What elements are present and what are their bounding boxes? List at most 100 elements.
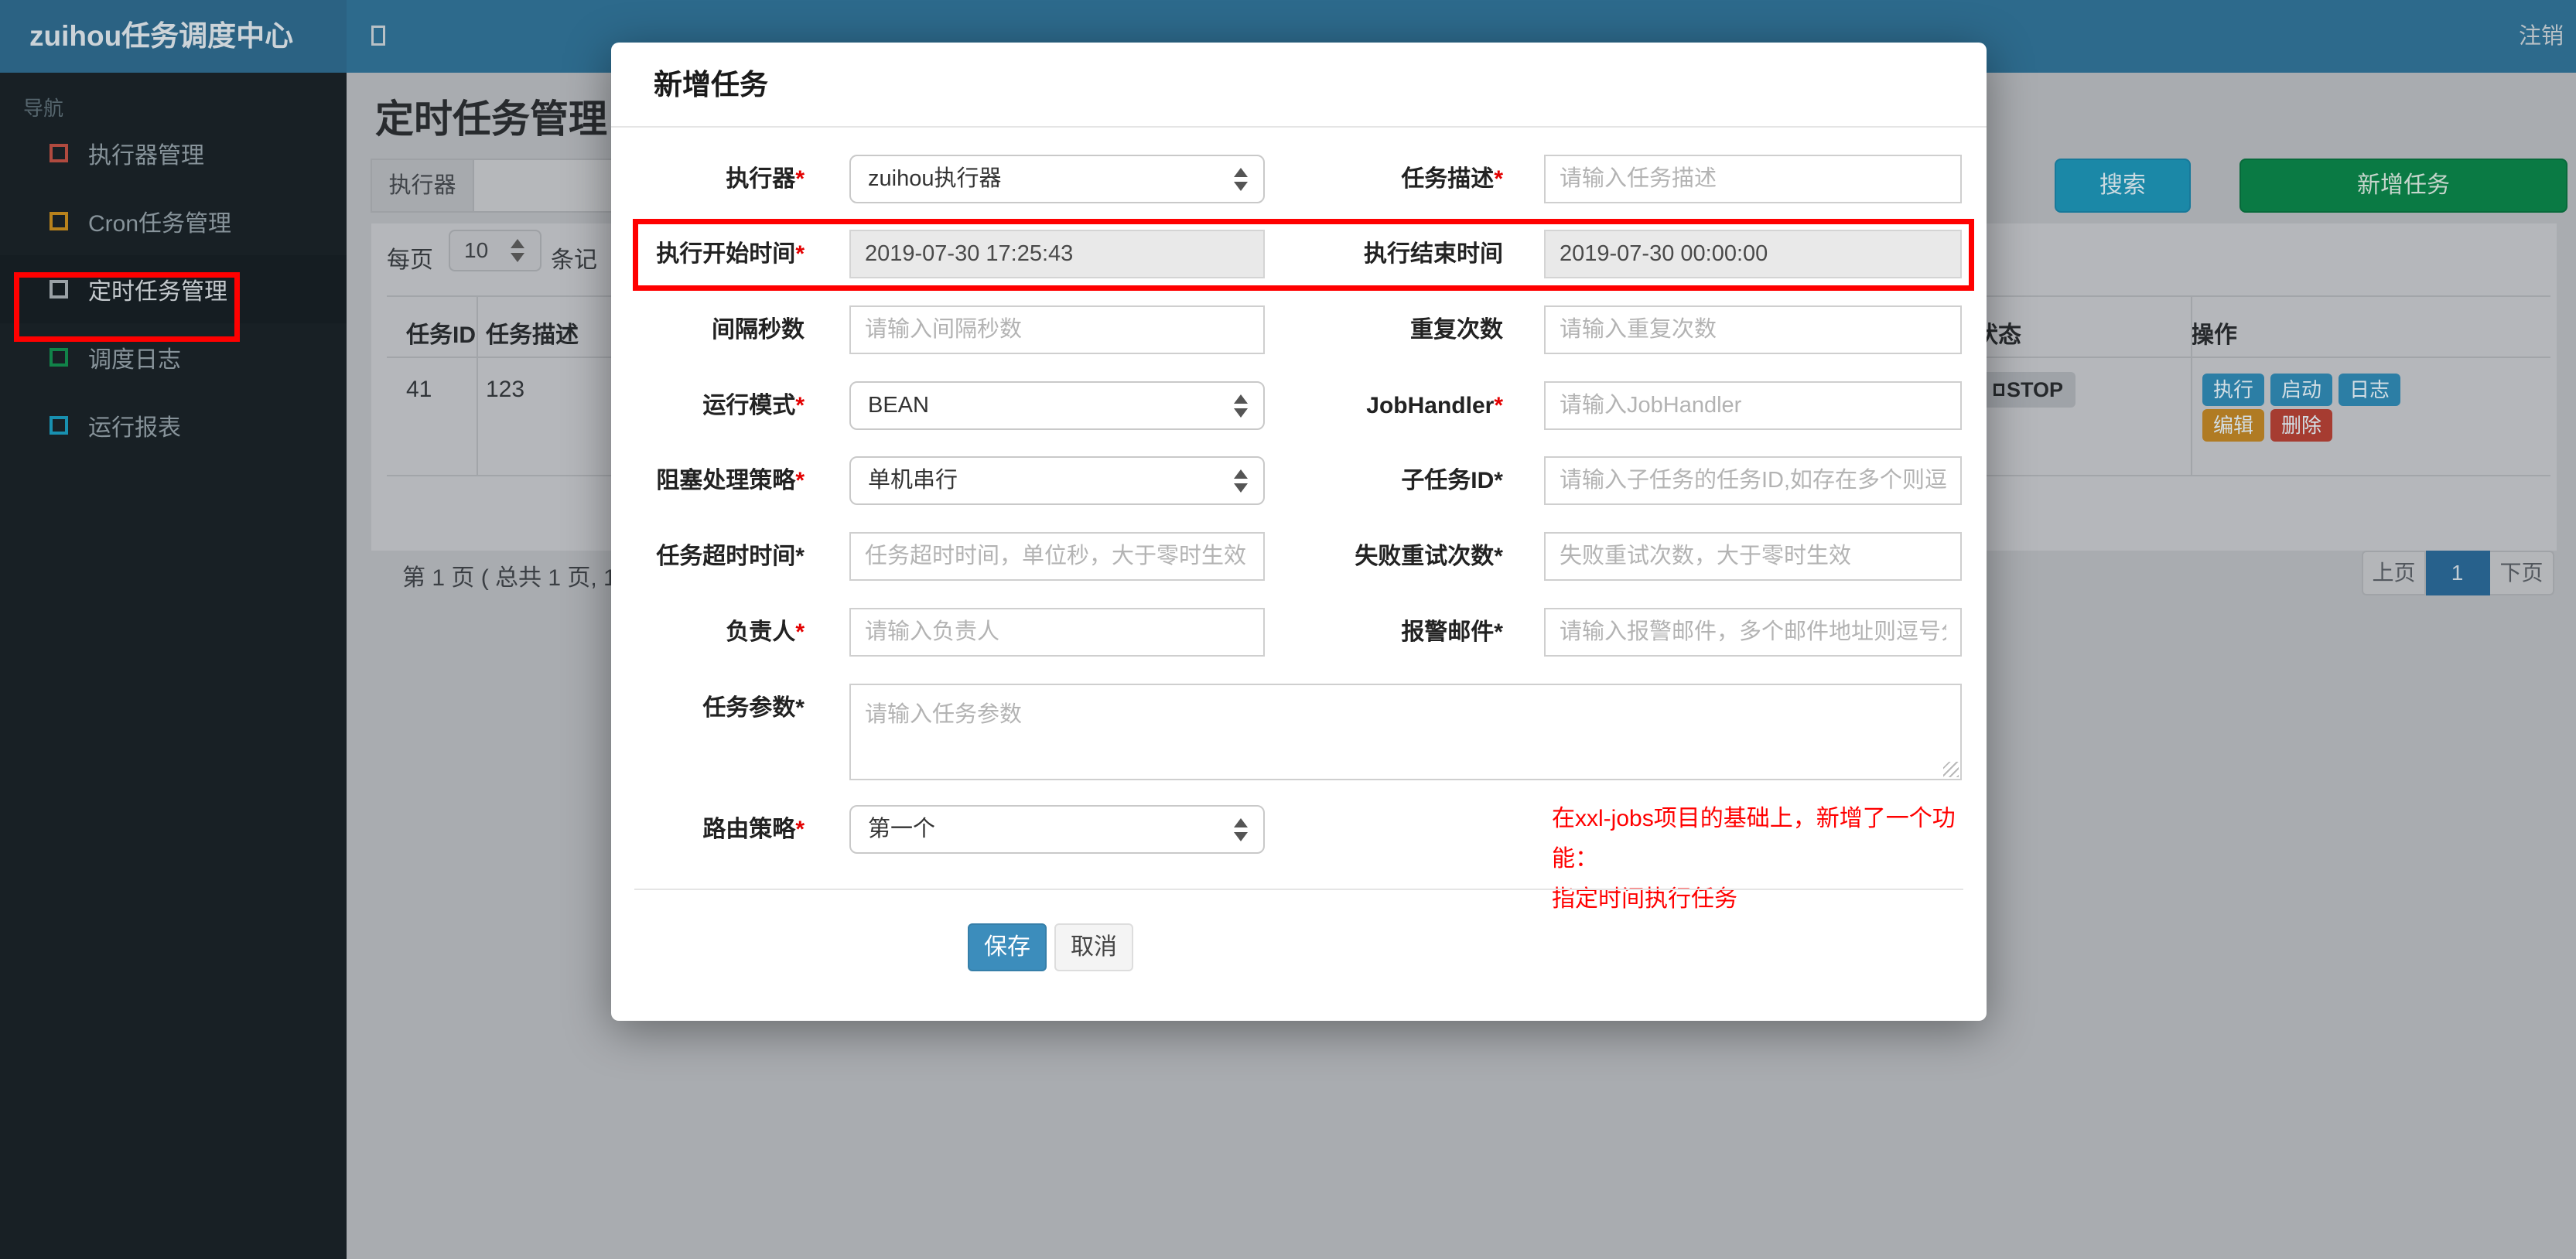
column-divider — [477, 297, 478, 357]
sidebar-item-cron-task-management[interactable]: Cron任务管理 — [0, 187, 347, 255]
retry-input[interactable] — [1544, 532, 1962, 581]
alarm-email-label: 报警邮件* — [1401, 619, 1503, 645]
row-action-edit[interactable]: 编辑 — [2202, 409, 2264, 442]
pagination-prev[interactable]: 上页 — [2362, 551, 2426, 595]
column-divider — [2191, 297, 2192, 357]
cell-task-desc: 123 — [486, 377, 525, 402]
jobhandler-input[interactable] — [1544, 381, 1962, 430]
repeat-label: 重复次数 — [1410, 317, 1503, 343]
form-row-4: 运行模式* BEAN JobHandler* — [611, 381, 1987, 430]
sidebar-toggle-icon[interactable] — [371, 26, 385, 46]
sidebar-item-label: 执行器管理 — [88, 143, 204, 169]
app-root: zuihou任务调度中心 注销 导航 执行器管理 Cron任务管理 定时任务管理… — [0, 0, 2576, 1259]
required-asterisk: * — [795, 468, 805, 493]
pagination-info: 第 1 页 ( 总共 1 页, 1 — [402, 565, 617, 591]
status-badge: STOP — [1981, 372, 2075, 408]
form-row-5: 阻塞处理策略* 单机串行 子任务ID* — [611, 456, 1987, 505]
task-params-textarea[interactable] — [849, 684, 1962, 780]
executor-label: 执行器* — [726, 166, 805, 192]
square-icon — [50, 280, 68, 299]
feature-note: 在xxl-jobs项目的基础上，新增了一个功能： 指定时间执行任务 — [1552, 799, 1985, 920]
required-asterisk: * — [1494, 166, 1503, 192]
col-task-desc: 任务描述 — [486, 322, 579, 348]
sidebar-item-label: Cron任务管理 — [88, 211, 232, 237]
block-strategy-select[interactable]: 单机串行 — [849, 456, 1265, 505]
logout-link[interactable]: 注销 — [2519, 0, 2564, 73]
required-asterisk: * — [795, 393, 805, 418]
app-logo-text: zuihou任务调度中心 — [29, 20, 294, 52]
app-logo[interactable]: zuihou任务调度中心 — [0, 0, 347, 73]
square-icon — [50, 212, 68, 230]
chevron-up-down-icon — [1234, 393, 1248, 419]
start-time-input[interactable] — [849, 230, 1265, 278]
route-strategy-select[interactable]: 第一个 — [849, 805, 1265, 854]
child-task-input[interactable] — [1544, 456, 1962, 505]
row-action-start[interactable]: 启动 — [2270, 374, 2332, 406]
owner-label: 负责人* — [726, 619, 805, 645]
pagination: 上页 1 下页 — [2362, 551, 2554, 595]
form-row-3: 间隔秒数 重复次数 — [611, 305, 1987, 354]
row-action-execute[interactable]: 执行 — [2202, 374, 2264, 406]
square-glyph-icon — [1993, 384, 2004, 396]
column-divider — [477, 358, 478, 475]
sidebar-item-label: 运行报表 — [88, 415, 181, 441]
child-task-label: 子任务ID* — [1401, 468, 1503, 493]
sidebar-item-dispatch-log[interactable]: 调度日志 — [0, 323, 347, 391]
feature-note-line2: 指定时间执行任务 — [1552, 886, 1737, 912]
add-task-modal: 新增任务 执行器* zuihou执行器 任务描述* 执行开始时间* 执行结束时间… — [611, 43, 1987, 1021]
pagination-next[interactable]: 下页 — [2490, 551, 2554, 595]
form-row-7: 负责人* 报警邮件* — [611, 608, 1987, 657]
form-row-9: 路由策略* 第一个 在xxl-jobs项目的基础上，新增了一个功能： 指定时间执… — [611, 805, 1987, 912]
form-row-8: 任务参数* — [611, 684, 1987, 780]
repeat-input[interactable] — [1544, 305, 1962, 354]
chevron-up-down-icon — [1234, 468, 1248, 494]
required-asterisk: * — [795, 619, 805, 645]
required-asterisk: * — [795, 166, 805, 192]
search-button[interactable]: 搜索 — [2055, 159, 2191, 213]
required-asterisk: * — [795, 241, 805, 267]
run-mode-select[interactable]: BEAN — [849, 381, 1265, 430]
timeout-label: 任务超时时间* — [656, 544, 805, 569]
save-button[interactable]: 保存 — [968, 923, 1047, 971]
executor-filter-addon: 执行器 — [371, 159, 474, 213]
required-asterisk: * — [1494, 393, 1503, 418]
row-action-log[interactable]: 日志 — [2339, 374, 2400, 406]
page-title: 定时任务管理 — [375, 97, 607, 141]
chevron-up-down-icon — [511, 237, 524, 264]
per-page-suffix: 条记 — [551, 247, 597, 273]
start-time-label: 执行开始时间* — [656, 241, 805, 267]
alarm-email-input[interactable] — [1544, 608, 1962, 657]
end-time-label: 执行结束时间 — [1364, 241, 1503, 267]
sidebar-item-run-report[interactable]: 运行报表 — [0, 391, 347, 459]
per-page-value: 10 — [464, 238, 489, 262]
col-actions: 操作 — [2191, 322, 2237, 348]
run-mode-label: 运行模式* — [702, 393, 805, 418]
owner-input[interactable] — [849, 608, 1265, 657]
timeout-input[interactable] — [849, 532, 1265, 581]
square-icon — [50, 416, 68, 435]
end-time-input[interactable] — [1544, 230, 1962, 278]
executor-select[interactable]: zuihou执行器 — [849, 155, 1265, 203]
sidebar-item-label: 定时任务管理 — [88, 279, 227, 305]
col-task-id: 任务ID — [406, 322, 476, 348]
add-task-button[interactable]: 新增任务 — [2239, 159, 2567, 213]
task-desc-input[interactable] — [1544, 155, 1962, 203]
task-desc-label: 任务描述* — [1401, 166, 1503, 192]
pagination-page-1[interactable]: 1 — [2426, 551, 2490, 595]
form-row-2: 执行开始时间* 执行结束时间 — [611, 230, 1987, 278]
route-strategy-label: 路由策略* — [702, 817, 805, 842]
sidebar-item-scheduled-task-management[interactable]: 定时任务管理 — [0, 255, 347, 323]
interval-input[interactable] — [849, 305, 1265, 354]
modal-footer-divider — [634, 889, 1963, 890]
chevron-up-down-icon — [1234, 166, 1248, 193]
sidebar-item-executor-management[interactable]: 执行器管理 — [0, 119, 347, 187]
cancel-button[interactable]: 取消 — [1054, 923, 1133, 971]
form-row-6: 任务超时时间* 失败重试次数* — [611, 532, 1987, 581]
sidebar-item-label: 调度日志 — [88, 347, 181, 373]
row-action-delete[interactable]: 删除 — [2270, 409, 2332, 442]
per-page-select[interactable]: 10 — [449, 230, 542, 271]
resize-grip-icon[interactable] — [1943, 762, 1959, 777]
column-divider — [2191, 358, 2192, 475]
modal-title: 新增任务 — [654, 69, 768, 101]
block-strategy-label: 阻塞处理策略* — [656, 468, 805, 493]
